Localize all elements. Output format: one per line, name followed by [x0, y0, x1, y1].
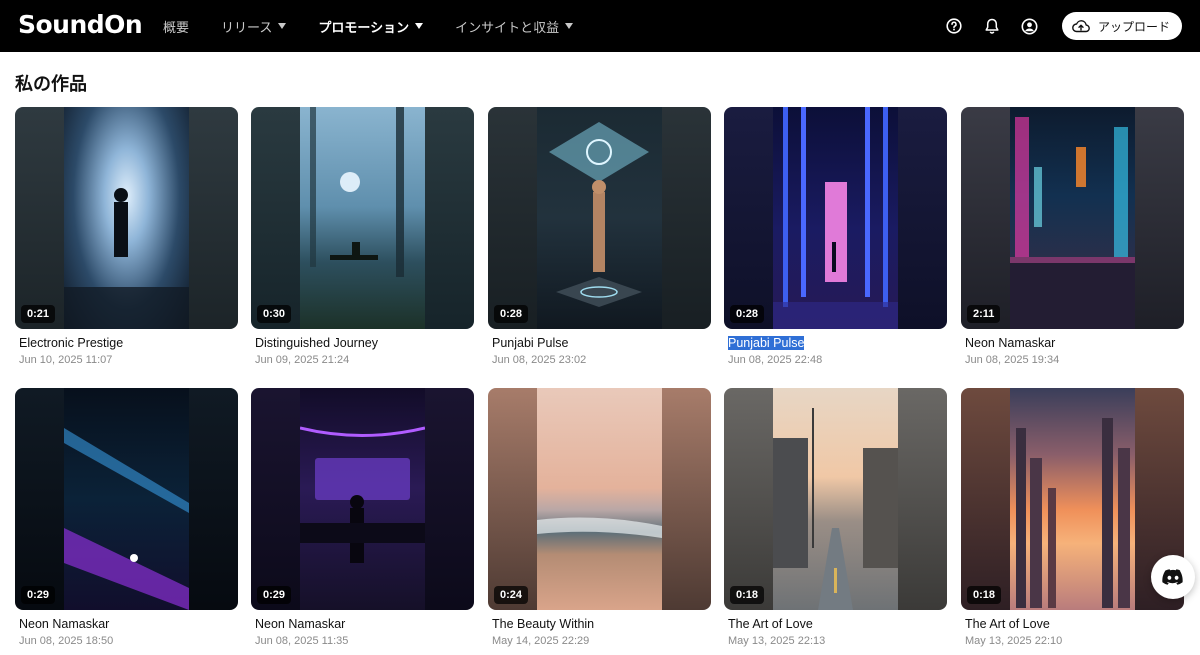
upload-button[interactable]: アップロード [1061, 12, 1182, 40]
duration-badge: 0:24 [494, 586, 529, 604]
work-card[interactable]: 0:29 Neon Namaskar Jun 08, 2025 11:35 [251, 388, 474, 647]
duration-badge: 0:29 [257, 586, 292, 604]
work-title-text: The Art of Love [728, 617, 813, 631]
discord-icon [1162, 568, 1183, 585]
work-thumbnail[interactable]: 0:30 [251, 107, 474, 329]
work-title[interactable]: Neon Namaskar [961, 336, 1184, 350]
work-title[interactable]: Electronic Prestige [15, 336, 238, 350]
work-title[interactable]: Punjabi Pulse [488, 336, 711, 350]
work-title[interactable]: The Art of Love [724, 617, 947, 631]
duration-badge: 0:18 [967, 586, 1002, 604]
caret-down-icon [415, 23, 424, 29]
nav-item-release[interactable]: リリース [221, 17, 287, 36]
work-card[interactable]: 0:30 Distinguished Journey Jun 09, 2025 21… [251, 107, 474, 366]
thumbnail-art [300, 388, 425, 610]
work-date: May 13, 2025 22:10 [965, 635, 1063, 647]
cloud-upload-icon [1072, 20, 1090, 33]
work-card[interactable]: 2:11 Neon Namaskar Jun 08, 2025 19:34 [961, 107, 1184, 366]
app-logo[interactable]: SoundOn [18, 10, 143, 39]
work-card[interactable]: 0:29 Neon Namaskar Jun 08, 2025 18:50 [15, 388, 238, 647]
discord-button[interactable] [1151, 555, 1195, 599]
nav-item-label: プロモーション [318, 19, 410, 35]
work-card[interactable]: 0:18 The Art of Love May 13, 2025 22:10 [961, 388, 1184, 647]
work-date: Jun 09, 2025 21:24 [255, 354, 350, 366]
caret-down-icon [565, 23, 574, 29]
work-title-text: Neon Namaskar [255, 617, 346, 631]
work-card[interactable]: 0:18 The Art of Love May 13, 2025 22:13 [724, 388, 947, 647]
work-title-text: Distinguished Journey [255, 336, 378, 350]
thumbnail-art [773, 107, 898, 329]
thumbnail-art [1010, 388, 1135, 610]
work-thumbnail[interactable]: 0:28 [488, 107, 711, 329]
nav-item-label: リリース [221, 19, 273, 35]
account-icon[interactable] [1020, 16, 1040, 36]
work-title[interactable]: Neon Namaskar [15, 617, 238, 631]
work-thumbnail[interactable]: 0:21 [15, 107, 238, 329]
work-title[interactable]: Neon Namaskar [251, 617, 474, 631]
thumbnail-art [300, 107, 425, 329]
duration-badge: 0:30 [257, 305, 292, 323]
upload-label: アップロード [1097, 19, 1170, 34]
nav-item-label: インサイトと収益 [455, 19, 560, 35]
work-card[interactable]: 0:21 Electronic Prestige Jun 10, 2025 11:0… [15, 107, 238, 366]
work-title-text: The Art of Love [965, 617, 1050, 631]
work-title-text: Punjabi Pulse [492, 336, 569, 350]
work-card[interactable]: 0:28 Punjabi Pulse Jun 08, 2025 22:48 [724, 107, 947, 366]
duration-badge: 0:21 [21, 305, 56, 323]
work-thumbnail[interactable]: 0:18 [724, 388, 947, 610]
bell-icon[interactable] [982, 16, 1002, 36]
work-date: Jun 08, 2025 22:48 [728, 354, 823, 366]
work-thumbnail[interactable]: 0:28 [724, 107, 947, 329]
work-thumbnail[interactable]: 2:11 [961, 107, 1184, 329]
work-date: May 14, 2025 22:29 [492, 635, 590, 647]
duration-badge: 2:11 [967, 305, 1001, 323]
work-title[interactable]: Punjabi Pulse [724, 336, 947, 350]
work-date: Jun 10, 2025 11:07 [19, 354, 113, 366]
nav-item-overview[interactable]: 概要 [163, 17, 189, 36]
caret-down-icon [278, 23, 287, 29]
work-card[interactable]: 0:28 Punjabi Pulse Jun 08, 2025 23:02 [488, 107, 711, 366]
work-title-text: Punjabi Pulse [728, 336, 805, 350]
top-actions: アップロード [944, 0, 1182, 52]
duration-badge: 0:28 [494, 305, 529, 323]
work-date: Jun 08, 2025 18:50 [19, 635, 114, 647]
work-title-text: Neon Namaskar [965, 336, 1056, 350]
thumbnail-art [537, 388, 662, 610]
work-thumbnail[interactable]: 0:29 [15, 388, 238, 610]
work-date: May 13, 2025 22:13 [728, 635, 826, 647]
work-title[interactable]: The Art of Love [961, 617, 1184, 631]
thumbnail-art [1010, 107, 1135, 329]
help-icon[interactable] [944, 16, 964, 36]
nav-item-label: 概要 [163, 19, 190, 35]
page-title: 私の作品 [15, 74, 87, 94]
duration-badge: 0:28 [730, 305, 765, 323]
duration-badge: 0:29 [21, 586, 56, 604]
nav-item-promotion[interactable]: プロモーション [318, 17, 424, 36]
work-title-text: The Beauty Within [492, 617, 595, 631]
thumbnail-art [537, 107, 662, 329]
work-title-text: Neon Namaskar [19, 617, 110, 631]
work-card[interactable]: 0:24 The Beauty Within May 14, 2025 22:29 [488, 388, 711, 647]
work-thumbnail[interactable]: 0:29 [251, 388, 474, 610]
nav-item-insights-revenue[interactable]: インサイトと収益 [455, 17, 574, 36]
thumbnail-art [773, 388, 898, 610]
top-bar: SoundOn 概要 リリース プロモーション インサイトと収益 アップロード [0, 0, 1200, 52]
main-nav: 概要 リリース プロモーション インサイトと収益 [163, 0, 605, 52]
work-title-text: Electronic Prestige [19, 336, 124, 350]
work-date: Jun 08, 2025 11:35 [255, 635, 349, 647]
duration-badge: 0:18 [730, 586, 765, 604]
thumbnail-art [64, 107, 189, 329]
work-title[interactable]: The Beauty Within [488, 617, 711, 631]
work-date: Jun 08, 2025 19:34 [965, 354, 1060, 366]
thumbnail-art [64, 388, 189, 610]
work-thumbnail[interactable]: 0:24 [488, 388, 711, 610]
work-date: Jun 08, 2025 23:02 [492, 354, 587, 366]
work-title[interactable]: Distinguished Journey [251, 336, 474, 350]
